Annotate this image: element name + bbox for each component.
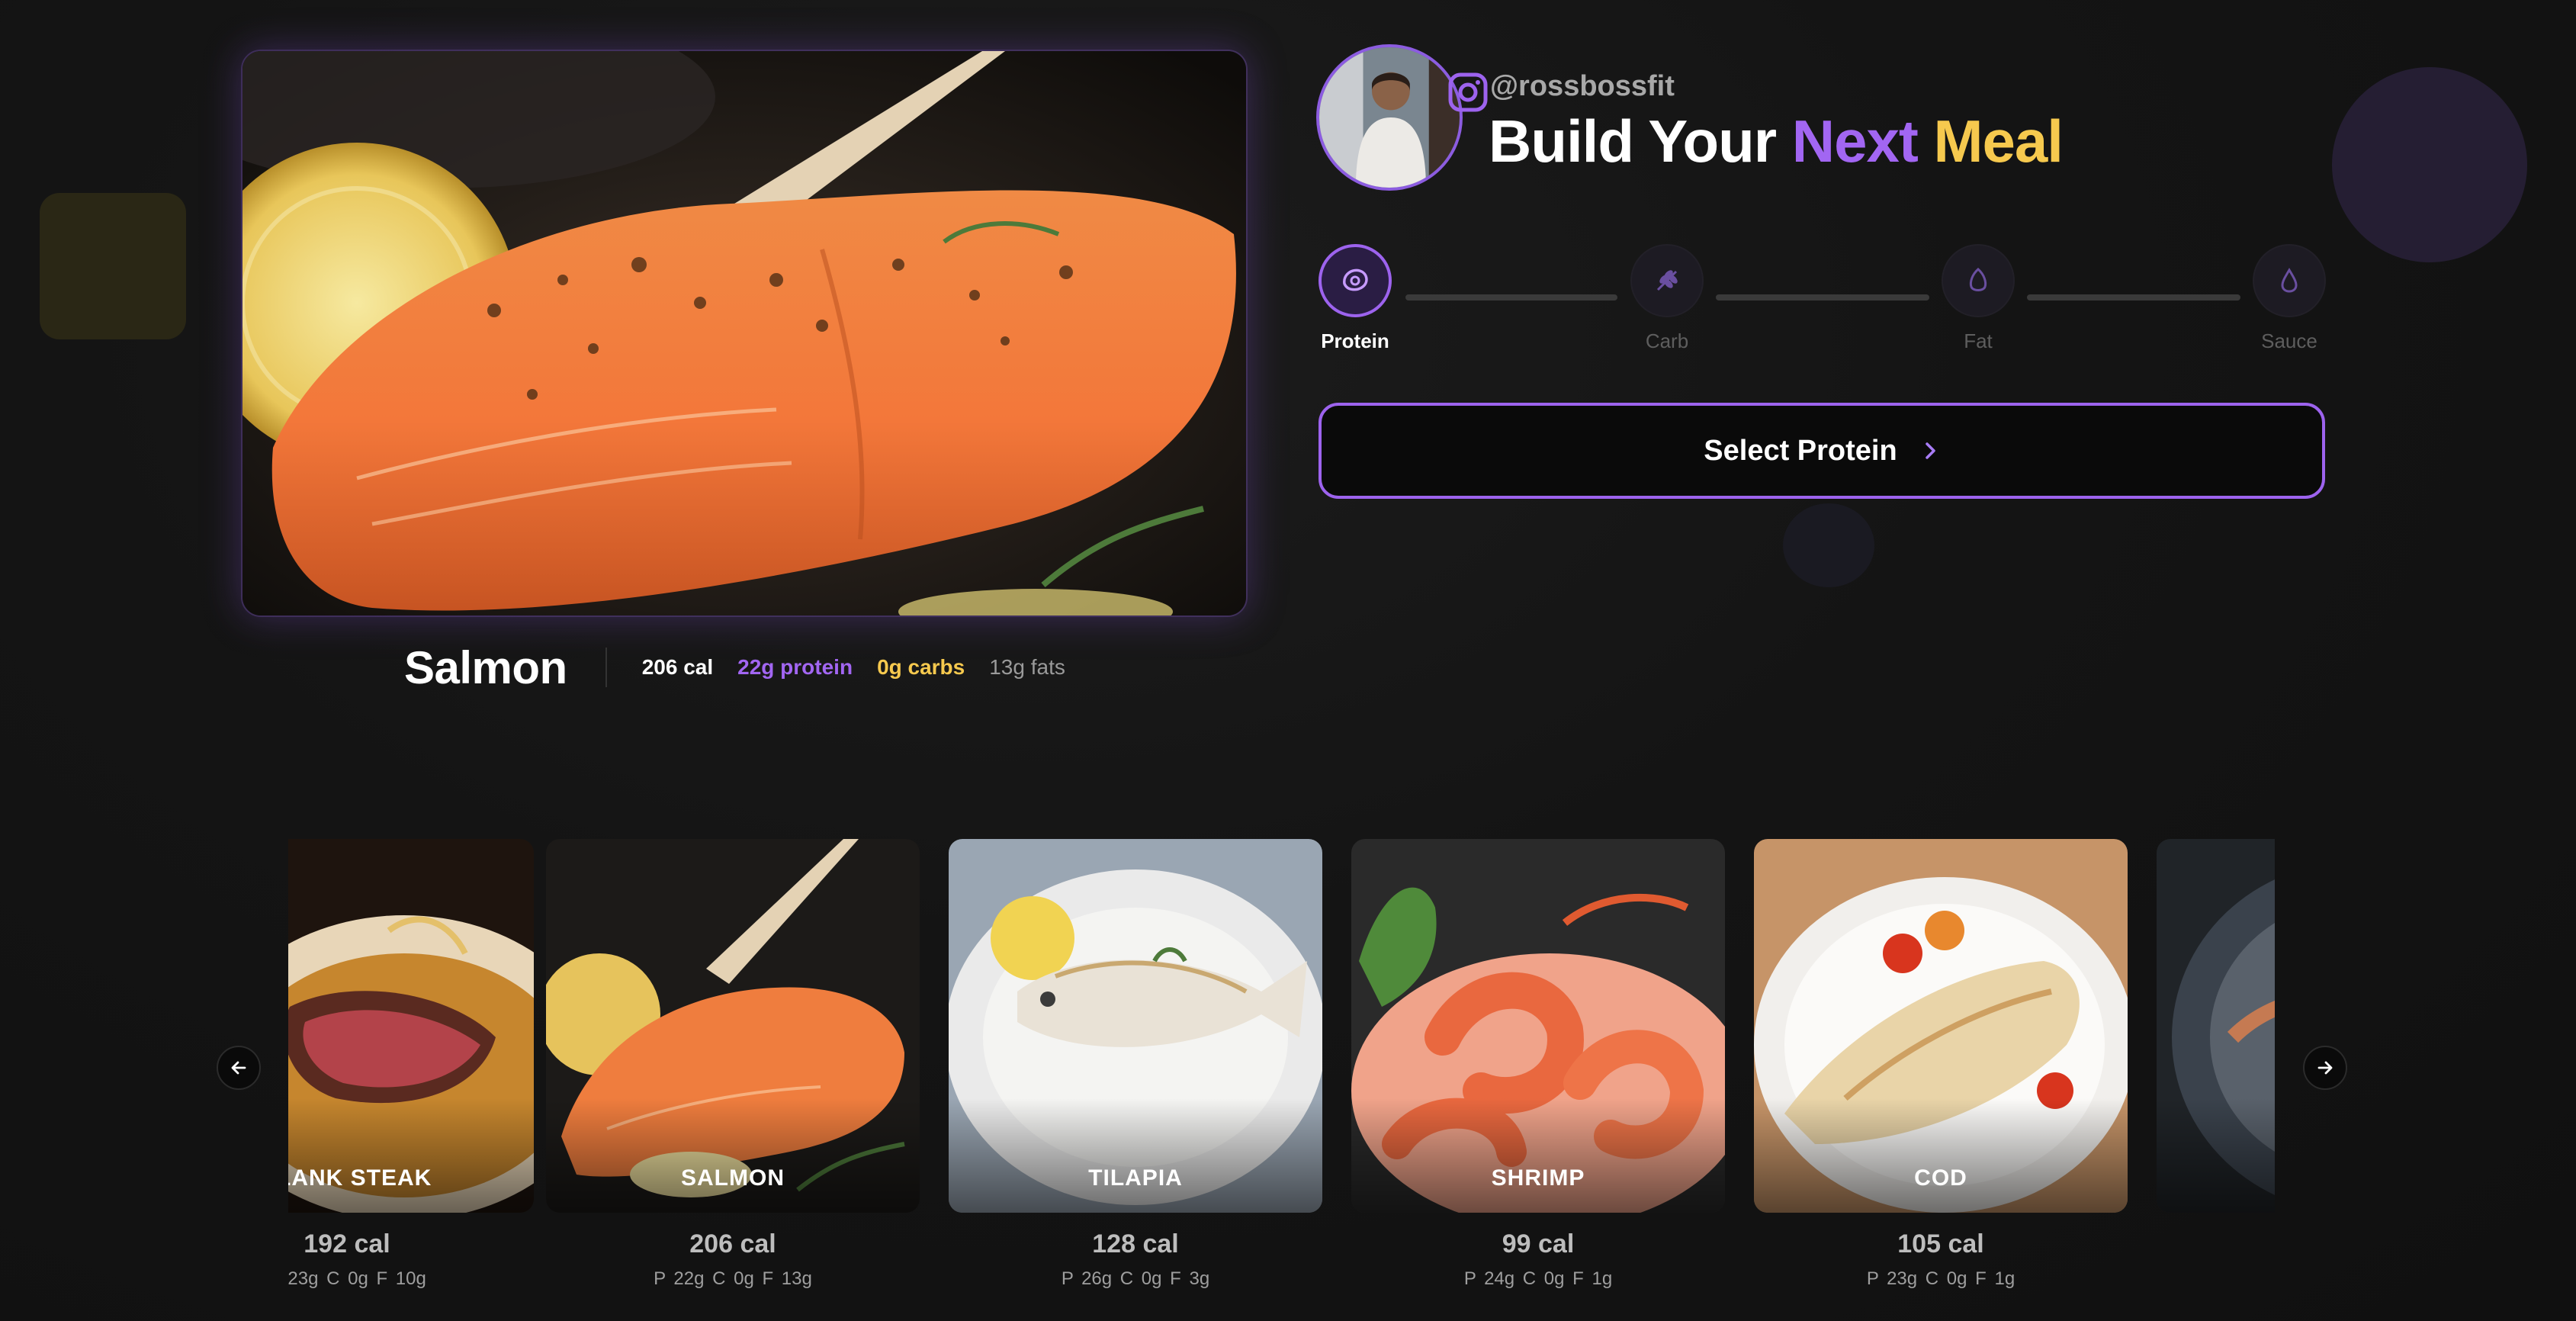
decorative-circle-small <box>1783 503 1874 587</box>
card-image: SALMON <box>546 839 920 1213</box>
card-name: COD <box>1914 1165 1967 1191</box>
card-name: SALMON <box>681 1165 785 1191</box>
hero-info-row: Salmon 206 cal 22g protein 0g carbs 13g … <box>404 639 1090 696</box>
card-shade <box>1754 1098 2128 1213</box>
carousel-card-flank-steak[interactable]: FLANK STEAK 192 cal P 23g C 0g F 10g <box>288 839 534 1290</box>
page-title: Build Your Next Meal <box>1489 107 2064 176</box>
avatar[interactable] <box>1316 44 1463 191</box>
card-shade <box>1351 1098 1725 1213</box>
hero-carbs: 0g carbs <box>877 655 965 679</box>
card-calories: 128 cal <box>1092 1229 1179 1258</box>
card-image: FLANK STEAK <box>288 839 534 1213</box>
avatar-photo <box>1319 47 1460 188</box>
card-shade <box>546 1098 920 1213</box>
arrow-right-icon <box>2317 1061 2333 1075</box>
card-image: SHRIMP <box>1351 839 1725 1213</box>
card-macros: P 22g C 0g F 13g <box>654 1268 812 1289</box>
card-calories: 99 cal <box>1502 1229 1575 1258</box>
carousel-card-cod[interactable]: COD 105 cal P 23g C 0g F 1g <box>1754 839 2128 1290</box>
title-part-2: Next <box>1791 108 1919 175</box>
step-label-carb: Carb <box>1645 329 1689 352</box>
step-connector <box>1405 294 1617 301</box>
card-macros: P 24g C 0g F 1g <box>1463 1268 1613 1289</box>
carousel-card-salmon[interactable]: SALMON 206 cal P 22g C 0g F 13g <box>546 839 920 1290</box>
card-image: TILAPIA <box>949 839 1322 1213</box>
card-macros: P 23g C 0g F 1g <box>1866 1268 2016 1289</box>
card-image <box>2157 839 2275 1213</box>
step-connector <box>1716 294 1929 301</box>
meat-icon <box>1343 268 1368 291</box>
carousel-card-tilapia[interactable]: TILAPIA 128 cal P 26g C 0g F 3g <box>949 839 1322 1290</box>
hero-protein: 22g protein <box>737 655 853 679</box>
instagram-icon[interactable] <box>1447 71 1489 114</box>
card-calories: 206 cal <box>689 1229 776 1258</box>
decorative-square <box>40 193 186 339</box>
card-calories: 105 cal <box>1897 1229 1984 1258</box>
card-name: FLANK STEAK <box>288 1165 432 1191</box>
card-image: COD <box>1754 839 2128 1213</box>
step-sauce[interactable] <box>2253 244 2326 317</box>
step-label-protein: Protein <box>1321 329 1389 352</box>
protein-carousel[interactable]: FLANK STEAK 192 cal P 23g C 0g F 10g SAL… <box>288 839 2275 1297</box>
step-connector <box>2027 294 2240 301</box>
chevron-right-icon <box>1925 442 1935 459</box>
hero-food-image <box>241 50 1248 617</box>
title-part-1: Build Your <box>1489 108 1792 175</box>
divider <box>605 648 607 687</box>
card-shade <box>2157 1098 2275 1213</box>
card-name: TILAPIA <box>1088 1165 1183 1191</box>
card-macros: P 26g C 0g F 3g <box>1061 1268 1210 1289</box>
step-label-fat: Fat <box>1964 329 1993 352</box>
card-name: SHRIMP <box>1491 1165 1585 1191</box>
card-macros: P 23g C 0g F 10g <box>288 1268 426 1289</box>
carousel-card-partial[interactable] <box>2157 839 2275 1229</box>
card-shade <box>288 1098 534 1213</box>
select-button-label: Select Protein <box>1704 434 1897 467</box>
hero-fats: 13g fats <box>989 655 1065 679</box>
step-carb[interactable] <box>1630 244 1704 317</box>
instagram-handle[interactable]: @rossbossfit <box>1490 70 1675 103</box>
drop-icon <box>2281 268 2298 293</box>
step-fat[interactable] <box>1942 244 2015 317</box>
step-label-sauce: Sauce <box>2261 329 2317 352</box>
card-shade <box>949 1098 1322 1213</box>
step-protein[interactable] <box>1319 244 1392 317</box>
hero-calories: 206 cal <box>641 655 714 679</box>
carousel-next-button[interactable] <box>2303 1046 2347 1090</box>
carousel-card-shrimp[interactable]: SHRIMP 99 cal P 24g C 0g F 1g <box>1351 839 1725 1290</box>
decorative-circle <box>2332 67 2527 262</box>
card-calories: 192 cal <box>304 1229 390 1258</box>
select-protein-button[interactable]: Select Protein <box>1319 403 2325 499</box>
arrow-left-icon <box>231 1061 246 1075</box>
salmon-photo <box>243 51 1246 616</box>
avocado-icon <box>1969 268 1987 291</box>
hero-food-name: Salmon <box>404 641 567 693</box>
carousel-prev-button[interactable] <box>217 1046 261 1090</box>
wheat-icon <box>1656 270 1678 291</box>
title-part-3: Meal <box>1917 108 2064 175</box>
